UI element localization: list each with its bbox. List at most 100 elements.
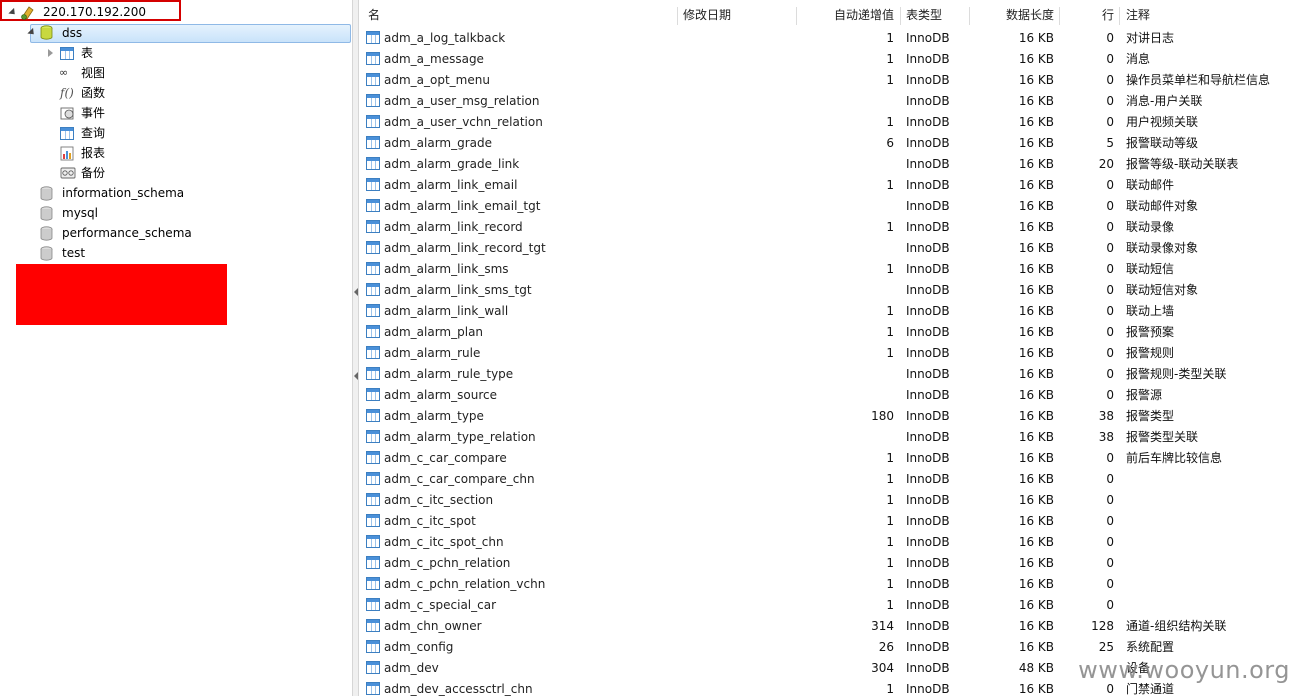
auto-increment-value: 1 xyxy=(886,577,894,591)
table-row[interactable]: adm_c_itc_section 1 InnoDB 16 KB 0 xyxy=(359,490,1298,511)
table-row[interactable]: adm_c_car_compare_chn 1 InnoDB 16 KB 0 xyxy=(359,469,1298,490)
column-divider[interactable] xyxy=(796,7,797,25)
table-name: adm_alarm_type_relation xyxy=(384,430,536,444)
column-header-comment[interactable]: 注释 xyxy=(1126,4,1150,26)
table-row[interactable]: adm_a_message 1 InnoDB 16 KB 0 消息 xyxy=(359,49,1298,70)
table-icon xyxy=(366,556,380,569)
auto-increment-value: 1 xyxy=(886,451,894,465)
table-row[interactable]: adm_c_special_car 1 InnoDB 16 KB 0 xyxy=(359,595,1298,616)
data-length: 16 KB xyxy=(1018,556,1054,570)
row-count: 0 xyxy=(1106,262,1114,276)
table-comment: 报警规则-类型关联 xyxy=(1126,367,1227,381)
engine-type: InnoDB xyxy=(906,493,950,507)
row-count: 20 xyxy=(1098,157,1114,171)
column-divider[interactable] xyxy=(1059,7,1060,25)
table-row[interactable]: adm_alarm_source InnoDB 16 KB 0 报警源 xyxy=(359,385,1298,406)
table-row[interactable]: adm_alarm_link_record_tgt InnoDB 16 KB 0 联动录… xyxy=(359,238,1298,259)
table-comment: 联动短信 xyxy=(1126,262,1175,276)
column-divider[interactable] xyxy=(969,7,970,25)
table-row[interactable]: adm_chn_owner 314 InnoDB 16 KB 128 通道-组织结构关联 xyxy=(359,616,1298,637)
table-row[interactable]: adm_a_opt_menu 1 InnoDB 16 KB 0 操作员菜单栏和导航栏信息 xyxy=(359,70,1298,91)
splitter-grip-icon[interactable] xyxy=(354,288,358,296)
table-header: 名 修改日期 自动递增值 表类型 数据长度 行 注释 xyxy=(359,4,1298,26)
auto-increment-value: 1 xyxy=(886,325,894,339)
table-row[interactable]: adm_c_itc_spot 1 InnoDB 16 KB 0 xyxy=(359,511,1298,532)
table-row[interactable]: adm_alarm_type 180 InnoDB 16 KB 38 报警类型 xyxy=(359,406,1298,427)
engine-type: InnoDB xyxy=(906,52,950,66)
auto-increment-value: 1 xyxy=(886,514,894,528)
table-name: adm_alarm_link_email_tgt xyxy=(384,199,541,213)
table-row[interactable]: adm_alarm_plan 1 InnoDB 16 KB 0 报警预案 xyxy=(359,322,1298,343)
database-label: performance_schema xyxy=(62,226,192,240)
table-row[interactable]: adm_a_log_talkback 1 InnoDB 16 KB 0 对讲日志 xyxy=(359,28,1298,49)
tree-label: 表 xyxy=(81,46,94,60)
table-icon xyxy=(366,136,380,149)
engine-type: InnoDB xyxy=(906,682,950,696)
row-count: 38 xyxy=(1098,430,1114,444)
row-count: 0 xyxy=(1106,115,1114,129)
table-row[interactable]: adm_alarm_link_email_tgt InnoDB 16 KB 0 联动邮件… xyxy=(359,196,1298,217)
table-comment: 操作员菜单栏和导航栏信息 xyxy=(1126,73,1271,87)
data-length: 16 KB xyxy=(1018,136,1054,150)
table-comment: 联动录像对象 xyxy=(1126,241,1199,255)
table-row[interactable]: adm_alarm_type_relation InnoDB 16 KB 38 报警类型… xyxy=(359,427,1298,448)
engine-type: InnoDB xyxy=(906,178,950,192)
table-row[interactable]: adm_alarm_link_sms 1 InnoDB 16 KB 0 联动短信 xyxy=(359,259,1298,280)
database-label: dss xyxy=(62,26,83,40)
engine-type: InnoDB xyxy=(906,157,950,171)
table-row[interactable]: adm_c_pchn_relation 1 InnoDB 16 KB 0 xyxy=(359,553,1298,574)
table-row[interactable]: adm_alarm_link_email 1 InnoDB 16 KB 0 联动邮件 xyxy=(359,175,1298,196)
table-icon xyxy=(60,47,74,60)
table-row[interactable]: adm_c_itc_spot_chn 1 InnoDB 16 KB 0 xyxy=(359,532,1298,553)
table-row[interactable]: adm_c_car_compare 1 InnoDB 16 KB 0 前后车牌比较信息 xyxy=(359,448,1298,469)
table-row[interactable]: adm_alarm_link_record 1 InnoDB 16 KB 0 联动录像 xyxy=(359,217,1298,238)
engine-type: InnoDB xyxy=(906,598,950,612)
data-length: 16 KB xyxy=(1018,283,1054,297)
row-count: 0 xyxy=(1106,577,1114,591)
tree-label: 查询 xyxy=(81,126,106,140)
table-icon xyxy=(366,199,380,212)
database-label: mysql xyxy=(62,206,98,220)
row-count: 0 xyxy=(1106,535,1114,549)
table-row[interactable]: adm_a_user_vchn_relation 1 InnoDB 16 KB 0 用户视… xyxy=(359,112,1298,133)
table-icon xyxy=(366,220,380,233)
data-length: 16 KB xyxy=(1018,52,1054,66)
column-header-rows[interactable]: 行 xyxy=(1102,4,1114,26)
column-header-modified[interactable]: 修改日期 xyxy=(683,4,731,26)
table-row[interactable]: adm_alarm_grade_link InnoDB 16 KB 20 报警等级-联动… xyxy=(359,154,1298,175)
table-row[interactable]: adm_alarm_link_sms_tgt InnoDB 16 KB 0 联动短信对象 xyxy=(359,280,1298,301)
column-divider[interactable] xyxy=(1119,7,1120,25)
auto-increment-value: 1 xyxy=(886,493,894,507)
pane-splitter[interactable] xyxy=(352,0,359,696)
column-header-auto-increment[interactable]: 自动递增值 xyxy=(834,4,894,26)
data-length: 48 KB xyxy=(1018,661,1054,675)
splitter-grip-icon[interactable] xyxy=(354,372,358,380)
table-row[interactable]: adm_alarm_rule 1 InnoDB 16 KB 0 报警规则 xyxy=(359,343,1298,364)
table-row[interactable]: adm_a_user_msg_relation InnoDB 16 KB 0 消息-用户… xyxy=(359,91,1298,112)
column-header-data-length[interactable]: 数据长度 xyxy=(1006,4,1054,26)
column-divider[interactable] xyxy=(900,7,901,25)
data-length: 16 KB xyxy=(1018,31,1054,45)
connection-label: 220.170.192.200 xyxy=(43,5,147,19)
engine-type: InnoDB xyxy=(906,325,950,339)
table-name: adm_c_pchn_relation xyxy=(384,556,511,570)
table-row[interactable]: adm_alarm_grade 6 InnoDB 16 KB 5 报警联动等级 xyxy=(359,133,1298,154)
expand-arrow-icon[interactable] xyxy=(48,49,53,57)
view-icon: ∞ xyxy=(59,66,69,79)
table-row[interactable]: adm_config 26 InnoDB 16 KB 25 系统配置 xyxy=(359,637,1298,658)
auto-increment-value: 1 xyxy=(886,472,894,486)
engine-type: InnoDB xyxy=(906,367,950,381)
table-row[interactable]: adm_alarm_rule_type InnoDB 16 KB 0 报警规则-类型关联 xyxy=(359,364,1298,385)
column-header-name[interactable]: 名 xyxy=(368,4,380,26)
column-header-engine[interactable]: 表类型 xyxy=(906,4,942,26)
auto-increment-value: 1 xyxy=(886,52,894,66)
table-row[interactable]: adm_c_pchn_relation_vchn 1 InnoDB 16 KB 0 xyxy=(359,574,1298,595)
row-count: 0 xyxy=(1106,304,1114,318)
engine-type: InnoDB xyxy=(906,661,950,675)
column-divider[interactable] xyxy=(677,7,678,25)
data-length: 16 KB xyxy=(1018,409,1054,423)
table-icon xyxy=(366,157,380,170)
event-icon xyxy=(60,107,74,120)
table-row[interactable]: adm_alarm_link_wall 1 InnoDB 16 KB 0 联动上墙 xyxy=(359,301,1298,322)
table-comment: 报警预案 xyxy=(1126,325,1175,339)
